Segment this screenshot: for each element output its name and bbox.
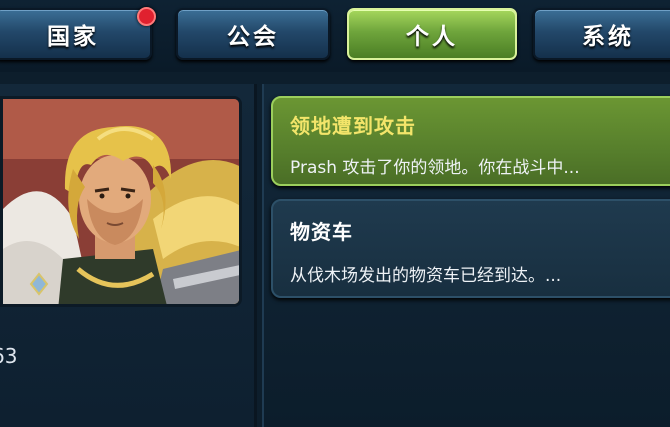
tab-nation[interactable]: 国家 [0, 8, 152, 60]
tab-nation-label: 国家 [47, 24, 99, 50]
tab-personal[interactable]: 个人 [347, 8, 517, 60]
tab-bar: 国家 公会 个人 系统 [0, 0, 670, 72]
message-preview: 从伐木场发出的物资车已经到达。... [290, 266, 562, 286]
tab-guild-label: 公会 [227, 24, 279, 50]
stat-value: 63 [0, 344, 18, 368]
hero-portrait [0, 96, 242, 307]
notification-badge [137, 7, 156, 26]
sender-panel: 63 [0, 84, 257, 427]
message-title: 领地遭到攻击 [290, 114, 416, 138]
tab-guild[interactable]: 公会 [176, 8, 330, 60]
tab-system-label: 系统 [582, 24, 634, 50]
message-preview: Prash 攻击了你的领地。你在战斗中... [290, 158, 580, 178]
tab-system[interactable]: 系统 [533, 8, 670, 60]
message-item-territory-attack[interactable]: 领地遭到攻击 Prash 攻击了你的领地。你在战斗中... [271, 96, 670, 186]
message-title: 物资车 [290, 220, 353, 244]
tab-personal-label: 个人 [406, 24, 458, 50]
message-item-supply-cart[interactable]: 物资车 从伐木场发出的物资车已经到达。... [271, 199, 670, 298]
hero-portrait-image [3, 99, 239, 304]
